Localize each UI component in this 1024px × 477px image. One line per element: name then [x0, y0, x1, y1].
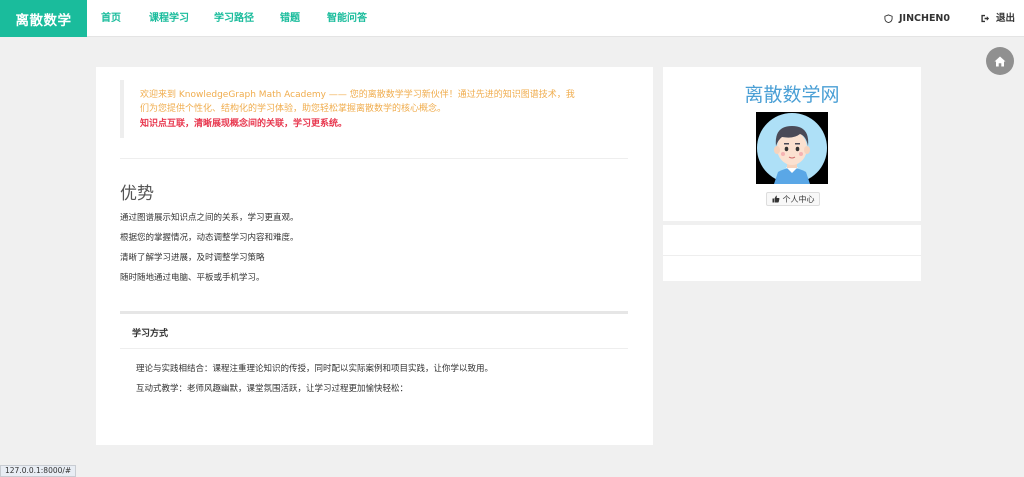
- profile-center-label: 个人中心: [782, 194, 815, 204]
- home-icon: [994, 56, 1006, 66]
- main-content-panel: 欢迎来到 KnowledgeGraph Math Academy —— 您的离散…: [96, 67, 653, 445]
- divider: [663, 255, 921, 256]
- username-label: JINCHEN0: [899, 13, 950, 24]
- nav-item-learning-path[interactable]: 学习路径: [214, 0, 254, 37]
- welcome-text-line2: 们为您提供个性化、结构化的学习体验，助您轻松掌握离散数学的核心概念。: [140, 104, 447, 114]
- side-info-panel: [663, 225, 921, 281]
- profile-side-panel: 离散数学网 个人中心: [663, 67, 921, 221]
- study-method-item: 理论与实践相结合：课程注重理论知识的传授，同时配以实际案例和项目实践，让你学以致…: [136, 364, 494, 374]
- user-shield-icon: [884, 14, 893, 23]
- logout-label: 退出: [996, 13, 1016, 24]
- nav-item-mistakes[interactable]: 错题: [280, 0, 300, 37]
- study-method-item: 互动式教学：老师风趣幽默，课堂氛围活跃，让学习过程更加愉快轻松：: [136, 384, 409, 394]
- divider: [120, 158, 628, 159]
- welcome-highlight: 知识点互联，清晰展现概念间的关联，学习更系统。: [140, 119, 348, 129]
- top-navbar: 离散数学 首页 课程学习 学习路径 错题 智能问答 JINCHEN0 退出: [0, 0, 1024, 37]
- study-methods-heading: 学习方式: [132, 329, 169, 339]
- study-methods-panel: 学习方式 理论与实践相结合：课程注重理论知识的传授，同时配以实际案例和项目实践，…: [120, 311, 628, 431]
- profile-center-button[interactable]: 个人中心: [766, 192, 820, 206]
- thumbs-up-icon: [772, 195, 779, 203]
- nav-item-courses[interactable]: 课程学习: [149, 0, 189, 37]
- nav-item-qa[interactable]: 智能问答: [327, 0, 367, 37]
- advantage-item: 随时随地通过电脑、平板或手机学习。: [120, 273, 265, 283]
- logout-button[interactable]: 退出: [980, 0, 1015, 37]
- avatar: [756, 112, 828, 184]
- user-menu[interactable]: JINCHEN0: [884, 0, 950, 37]
- brand-logo[interactable]: 离散数学: [0, 0, 87, 37]
- logout-icon: [981, 14, 990, 23]
- advantage-item: 根据您的掌握情况，动态调整学习内容和难度。: [120, 233, 299, 243]
- divider: [120, 348, 628, 349]
- advantage-item: 通过图谱展示知识点之间的关系，学习更直观。: [120, 213, 299, 223]
- advantage-item: 清晰了解学习进展，及时调整学习策略: [120, 253, 265, 263]
- browser-status-url: 127.0.0.1:8000/#: [0, 465, 77, 477]
- welcome-blockquote: 欢迎来到 KnowledgeGraph Math Academy —— 您的离散…: [120, 80, 616, 138]
- welcome-text-line1: 欢迎来到 KnowledgeGraph Math Academy —— 您的离散…: [140, 90, 575, 100]
- site-title: 离散数学网: [744, 84, 840, 106]
- advantages-title: 优势: [120, 184, 154, 204]
- nav-item-home[interactable]: 首页: [101, 0, 121, 37]
- home-float-button[interactable]: [986, 47, 1014, 75]
- avatar-illustration: [757, 113, 827, 184]
